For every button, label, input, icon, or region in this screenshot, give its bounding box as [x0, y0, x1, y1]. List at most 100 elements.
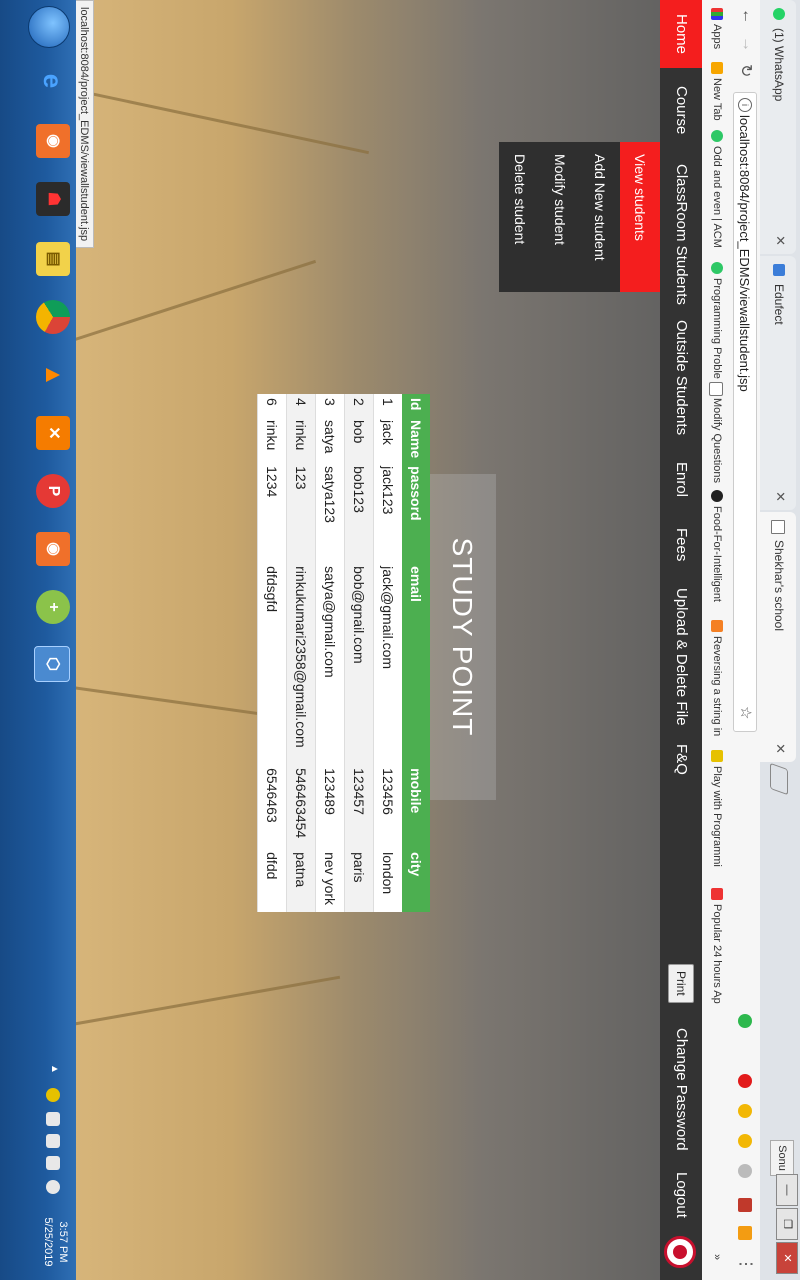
cell-id: 1: [373, 394, 402, 416]
nav-change-password[interactable]: Change Password: [660, 1014, 702, 1165]
clock[interactable]: 3:57 PM 5/25/2019: [40, 1210, 70, 1274]
column-header-email: email: [402, 562, 430, 765]
close-tab-icon[interactable]: ✕: [772, 235, 788, 246]
close-window-button[interactable]: ✕: [776, 1242, 798, 1274]
nav-fees[interactable]: Fees: [660, 514, 702, 575]
nav-course[interactable]: Course: [660, 72, 702, 148]
cell-name: rinku: [286, 416, 316, 463]
cell-id: 3: [315, 394, 345, 416]
background-decor: [74, 975, 341, 1028]
cell-city: paris: [344, 848, 374, 913]
background-decor: [74, 88, 370, 155]
new-tab-button[interactable]: [770, 762, 788, 796]
vlc-icon[interactable]: ▲: [36, 358, 70, 392]
tab-whatsapp[interactable]: (1) WhatsApp ✕: [760, 0, 796, 254]
tray-app-icon[interactable]: [46, 1088, 60, 1102]
extension-icon[interactable]: [738, 1164, 752, 1178]
windows-taskbar: e ◉ ☗ ▤ ▲ ✕ P ◉ + ⬡ ▲ 3:57 PM 5/25/2019: [0, 0, 76, 1280]
app-icon[interactable]: ◉: [36, 532, 70, 566]
app-icon[interactable]: ◉: [36, 124, 70, 158]
browser-status-bar: localhost:8084/project_EDMS/viewallstude…: [74, 0, 94, 249]
nav-classroom-students[interactable]: ClassRoom Students: [660, 150, 702, 319]
extension-icon[interactable]: [738, 1198, 752, 1212]
bookmark-star-icon[interactable]: ☆: [737, 706, 755, 719]
chrome-icon[interactable]: [36, 300, 70, 334]
nav-home[interactable]: Home: [660, 0, 702, 69]
bookmark-modify-questions[interactable]: Modify Questions: [709, 382, 723, 483]
close-tab-icon[interactable]: ✕: [772, 743, 788, 754]
folder-icon[interactable]: ▤: [36, 242, 70, 276]
tab-strip: (1) WhatsApp ✕ Edufect ✕ Shekhar's schoo…: [760, 0, 800, 1280]
bookmark-food[interactable]: Food-For-Intelligent: [711, 490, 723, 602]
app-icon[interactable]: ☗: [36, 182, 70, 216]
bookmark-popular[interactable]: Popular 24 hours Ap: [711, 888, 723, 1004]
xampp-icon[interactable]: ✕: [36, 416, 70, 450]
extension-icon[interactable]: [738, 1074, 752, 1088]
back-icon[interactable]: ←: [738, 8, 756, 24]
main-navbar: Home Course ClassRoom Students Outside S…: [660, 0, 702, 1280]
nav-enrol[interactable]: Enrol: [660, 448, 702, 511]
bookmark-odd-even[interactable]: Odd and even | ACM: [711, 130, 723, 248]
cell-city: nev york: [315, 848, 345, 913]
apps-grid-icon: [711, 8, 723, 20]
cell-password: 1234: [257, 462, 287, 563]
profile-chip[interactable]: Sonu: [770, 1140, 794, 1176]
extension-icon[interactable]: [738, 1014, 752, 1028]
extension-icon[interactable]: [738, 1134, 752, 1148]
cell-city: dfdd: [257, 848, 287, 913]
cell-password: satya123: [315, 462, 345, 563]
hero-banner: STUDY POINT: [426, 474, 496, 800]
web-page: Home Course ClassRoom Students Outside S…: [74, 0, 702, 1280]
bookmark-new-tab[interactable]: New Tab: [711, 62, 723, 121]
battery-icon[interactable]: [46, 1134, 60, 1148]
bookmark-programming[interactable]: Programming Proble: [711, 262, 723, 379]
github-icon: [711, 490, 723, 502]
cell-mobile: 546463454: [286, 764, 316, 849]
column-header-password: passord: [402, 462, 430, 563]
nav-faq[interactable]: F&Q: [660, 730, 702, 789]
app-icon[interactable]: +: [36, 590, 70, 624]
menu-delete-student[interactable]: Delete student: [500, 142, 540, 292]
forward-icon[interactable]: →: [738, 36, 756, 52]
tab-title: (1) WhatsApp: [772, 28, 786, 102]
nav-logout[interactable]: Logout: [660, 1158, 702, 1232]
tray-expand-icon[interactable]: ▲: [46, 1064, 60, 1078]
internet-explorer-icon[interactable]: e: [36, 64, 70, 98]
maximize-button[interactable]: ❐: [776, 1208, 798, 1240]
nav-upload-delete-file[interactable]: Upload & Delete File: [660, 574, 702, 740]
bookmark-play-programming[interactable]: Play with Programmi: [711, 750, 723, 867]
menu-view-students[interactable]: View students: [620, 142, 660, 292]
cell-mobile: 6546463: [257, 764, 287, 849]
menu-add-new-student[interactable]: Add New student: [580, 142, 620, 292]
url-text: localhost:8084/project_EDMS/viewallstude…: [737, 115, 752, 392]
tab-edufect[interactable]: Edufect ✕: [760, 256, 796, 510]
tab-shekhars-school[interactable]: Shekhar's school ✕: [760, 512, 796, 762]
more-bookmarks-icon[interactable]: »: [711, 1254, 723, 1260]
nav-outside-students[interactable]: Outside Students: [660, 306, 702, 449]
menu-modify-student[interactable]: Modify student: [540, 142, 580, 292]
cell-email: jack@gmail.com: [373, 562, 402, 765]
volume-icon[interactable]: [46, 1180, 60, 1194]
bookmark-apps[interactable]: Apps: [711, 8, 723, 49]
app-icon[interactable]: ⬡: [34, 646, 70, 682]
reload-icon[interactable]: ↻: [736, 64, 756, 77]
start-button[interactable]: [28, 6, 70, 48]
app-icon[interactable]: P: [36, 474, 70, 508]
cell-mobile: 123457: [344, 764, 374, 849]
extension-icon[interactable]: [738, 1226, 752, 1240]
extension-icon[interactable]: [738, 1104, 752, 1118]
table-row: 3 satya satya123 satya@gmail.com 123489 …: [315, 394, 345, 913]
bookmark-reversing-string[interactable]: Reversing a string in: [711, 620, 723, 736]
address-bar[interactable]: i localhost:8084/project_EDMS/viewallstu…: [733, 92, 757, 732]
background-decor: [74, 259, 317, 344]
browser-menu-icon[interactable]: ⋮: [736, 1256, 756, 1272]
minimize-button[interactable]: —: [776, 1174, 798, 1206]
action-center-icon[interactable]: [46, 1112, 60, 1126]
close-tab-icon[interactable]: ✕: [772, 491, 788, 502]
column-header-name: Name: [402, 416, 430, 463]
tab-title: Shekhar's school: [772, 540, 786, 632]
print-button[interactable]: Print: [668, 964, 694, 1003]
cell-email: dfdsgfd: [257, 562, 287, 765]
info-icon[interactable]: i: [738, 98, 752, 112]
signal-icon[interactable]: [46, 1156, 60, 1170]
